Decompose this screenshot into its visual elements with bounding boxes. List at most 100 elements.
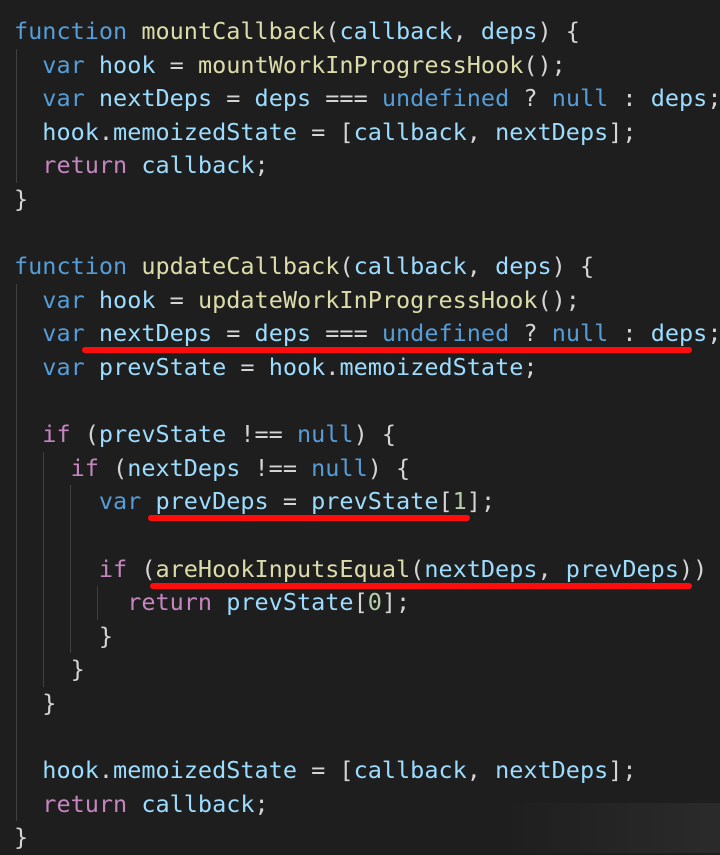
code-token-punct: (); [537,285,580,314]
code-token-punct: ; [707,319,720,347]
code-line[interactable]: if (areHookInputsEqual(nextDeps, prevDep… [14,553,720,587]
code-token-variable: nextDeps [98,319,213,348]
code-token-punct [14,319,42,347]
code-token-punct: , [466,117,496,146]
code-token-punct [127,790,141,818]
code-token-punct: ]; [608,117,637,146]
code-token-variable: callback [353,756,467,785]
code-token-variable: callback [141,151,255,180]
code-line[interactable]: if (nextDeps !== null) { [14,452,411,486]
code-token-punct: ) { [551,252,595,281]
code-token-punct [14,790,42,818]
code-token-function: areHookInputsEqual [155,554,411,583]
code-token-variable: hook [42,756,99,785]
code-token-variable: prevDeps [155,487,269,516]
code-token-variable: deps [495,252,552,281]
red-underline-mark [82,347,692,354]
code-token-punct: = [212,319,255,348]
code-token-punct: ( [339,252,354,281]
code-editor[interactable]: function mountCallback(callback, deps) {… [0,0,720,853]
code-token-variable: hook [98,50,156,79]
code-token-punct: = [ [296,117,354,146]
code-token-keyword: null [311,453,368,482]
code-line[interactable]: } [14,183,28,217]
code-token-punct: : [608,84,651,113]
code-token-punct: ; [254,789,269,818]
code-token-punct [14,118,42,146]
code-line[interactable]: var prevState = hook.memoizedState; [14,351,538,385]
code-token-punct: } [14,823,29,852]
code-token-punct [127,17,141,45]
code-token-punct: ]; [608,756,637,785]
code-token-keyword: null [296,420,354,449]
code-line[interactable]: function updateCallback(callback, deps) … [14,250,594,284]
code-line[interactable]: } [14,687,56,721]
code-token-variable: prevState [311,487,439,516]
code-line[interactable]: var hook = mountWorkInProgressHook(); [14,49,566,83]
code-token-punct: } [14,621,114,650]
code-line[interactable]: } [14,821,28,855]
code-token-punct: . [325,353,340,381]
code-line[interactable]: if (prevState !== null) { [14,418,396,452]
code-token-punct: ; [523,353,538,381]
code-token-punct: )) { [678,554,708,583]
code-line[interactable]: return prevState[0]; [14,586,410,620]
code-token-variable: nextDeps [98,84,213,113]
code-token-keyword: null [551,84,609,113]
code-token-keyword: var [98,487,142,516]
code-token-variable: deps [254,84,312,113]
code-token-variable: memoizedState [113,117,297,146]
code-line[interactable]: } [14,653,85,687]
code-token-punct: !== [226,420,297,449]
code-token-variable: callback [141,789,255,818]
code-token-punct [14,420,42,448]
code-token-variable: prevDeps [565,554,679,583]
code-token-variable: deps [254,319,312,348]
code-token-control: return [42,789,128,818]
code-token-punct [212,588,226,616]
code-token-punct: ) { [353,420,397,449]
red-underline-mark [148,515,470,522]
code-line[interactable]: hook.memoizedState = [callback, nextDeps… [14,116,637,150]
code-token-punct [14,454,71,482]
code-token-punct: !== [240,453,312,482]
code-token-keyword: var [42,50,85,79]
code-token-number: 1 [452,487,467,516]
code-line[interactable]: hook.memoizedState = [callback, nextDeps… [14,754,637,788]
code-token-control: if [42,420,71,449]
code-token-variable: nextDeps [495,756,609,785]
code-token-punct [14,151,42,179]
code-token-punct [14,84,42,112]
code-token-variable: callback [339,17,453,45]
code-token-punct [85,353,99,381]
code-token-punct: = [155,285,198,314]
code-token-punct [85,51,99,79]
code-token-punct [85,286,99,314]
code-token-punct: = [212,84,255,113]
code-token-punct: , [537,554,566,583]
code-token-punct: : [608,319,651,348]
code-line[interactable]: } [14,620,113,654]
code-line[interactable]: function mountCallback(callback, deps) { [14,15,580,49]
code-token-control: return [127,588,213,617]
code-token-punct: } [14,689,57,717]
code-token-punct: (); [523,50,566,79]
code-token-keyword: undefined [381,319,510,348]
code-line[interactable]: return callback; [14,788,269,822]
code-token-punct: , [466,252,496,281]
corner-shadow [500,803,720,853]
code-token-keyword: var [42,285,85,314]
code-line[interactable]: var hook = updateWorkInProgressHook(); [14,284,580,318]
code-line[interactable]: var nextDeps = deps === undefined ? null… [14,317,720,351]
code-token-variable: memoizedState [339,353,524,381]
code-token-punct: ; [254,151,269,180]
code-line[interactable]: var prevDeps = prevState[1]; [14,485,495,519]
code-token-punct [14,555,99,583]
code-token-keyword: var [42,353,85,381]
code-line[interactable]: return callback; [14,149,269,183]
code-token-punct: ( [98,453,128,482]
code-token-keyword: var [42,84,85,113]
code-token-punct: ) { [537,17,580,45]
code-token-punct: , [466,756,496,785]
code-line[interactable]: var nextDeps = deps === undefined ? null… [14,82,720,116]
